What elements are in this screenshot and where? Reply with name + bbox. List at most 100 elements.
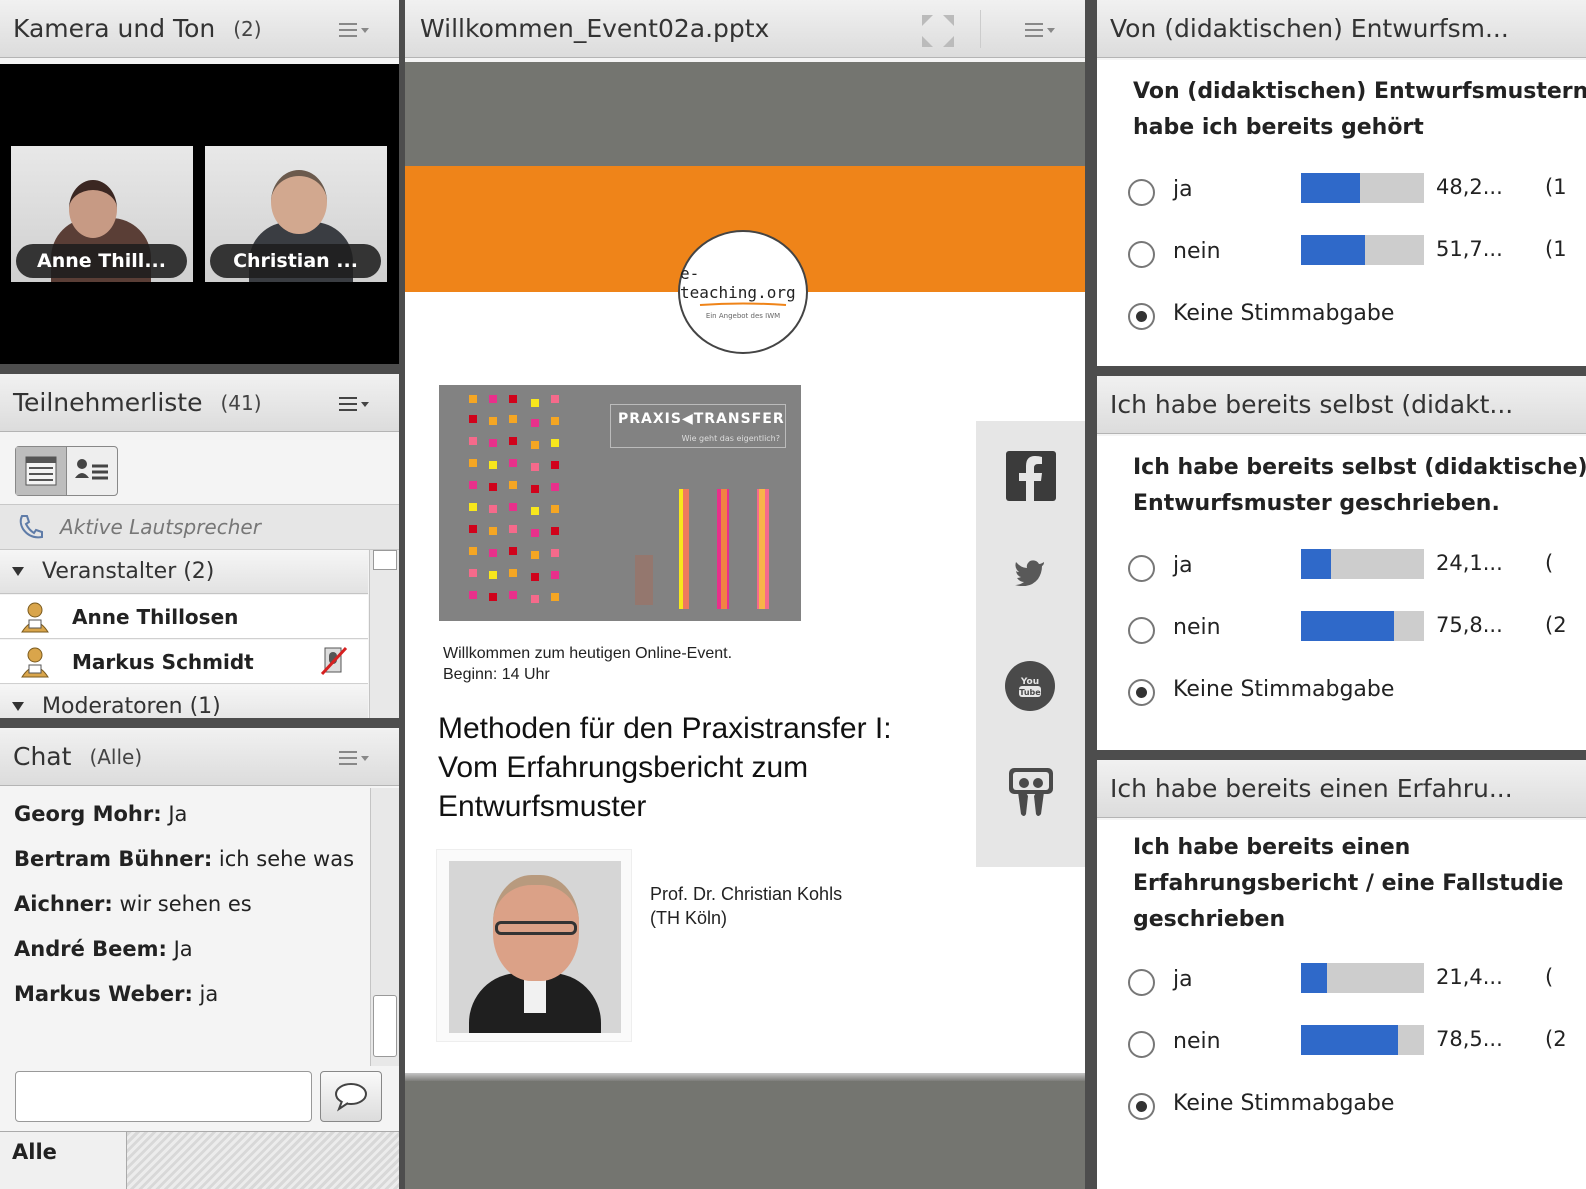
attendee-pod: Teilnehmerliste (41) Aktive Lautsprecher… <box>0 374 399 718</box>
chat-sender: Bertram Bühner: <box>14 847 213 871</box>
poll-radio[interactable] <box>1128 969 1155 996</box>
poll-option-label: Keine Stimmabgabe <box>1173 1091 1395 1116</box>
pod-menu-icon[interactable] <box>339 20 369 40</box>
pod-divider <box>399 0 405 1189</box>
teaser-title: PRAXIS◀TRANSFER <box>618 411 785 427</box>
chat-pod-title: Chat <box>13 742 72 771</box>
poll-result-bar <box>1301 611 1424 641</box>
poll-option-label: nein <box>1173 1029 1221 1054</box>
logo-subtext: Ein Angebot des IWM <box>705 312 781 320</box>
poll-option: ja 21,4... ( <box>1097 963 1586 1003</box>
attendee-pod-title: Teilnehmerliste <box>13 388 203 417</box>
presentation-slide: e-teaching.org Ein Angebot des IWM PRAXI… <box>405 166 1085 1073</box>
camera-stage: Anne Thill... Christian ... <box>0 64 399 364</box>
poll-option: Keine Stimmabgabe <box>1097 297 1586 337</box>
poll-result-bar <box>1301 235 1424 265</box>
pod-menu-icon[interactable] <box>1025 20 1055 40</box>
poll-result-fill <box>1301 1025 1398 1055</box>
chat-pod-scope: (Alle) <box>89 744 143 769</box>
chat-tab-all[interactable]: Alle <box>0 1132 127 1189</box>
youtube-icon: You Tube <box>1005 661 1055 711</box>
speaker-caption: Prof. Dr. Christian Kohls (TH Köln) <box>650 882 842 930</box>
video-tile[interactable]: Anne Thill... <box>11 146 193 282</box>
poll-count: (1 <box>1545 175 1567 199</box>
poll-option: nein 51,7... (1 <box>1097 235 1586 275</box>
social-sidebar: You Tube <box>976 421 1085 867</box>
poll-question-line: Entwurfsmuster geschrieben. <box>1133 491 1500 516</box>
chat-sender: Markus Weber: <box>14 982 193 1006</box>
chat-text: wir sehen es <box>119 892 252 916</box>
camera-pod-count: (2) <box>233 16 262 41</box>
video-tile[interactable]: Christian ... <box>205 146 387 282</box>
poll-option-label: ja <box>1173 967 1193 992</box>
poll-result-fill <box>1301 173 1361 203</box>
attendee-scrollbar[interactable] <box>369 550 399 718</box>
e-teaching-logo: e-teaching.org Ein Angebot des IWM <box>678 230 808 354</box>
attendee-name: Markus Schmidt <box>72 649 254 674</box>
group-presenters[interactable]: Moderatoren (1) <box>0 685 368 718</box>
slide-title: Methoden für den Praxistransfer I: Vom E… <box>438 709 892 826</box>
poll-question-line: habe ich bereits gehört <box>1133 115 1424 140</box>
poll-count: ( <box>1545 551 1554 575</box>
chat-message-list: Georg Mohr: Ja Bertram Bühner: ich sehe … <box>0 788 370 1066</box>
active-speakers-bar: Aktive Lautsprecher <box>0 504 399 550</box>
poll-radio[interactable] <box>1128 679 1155 706</box>
poll-radio[interactable] <box>1128 1031 1155 1058</box>
list-view-icon[interactable] <box>16 447 67 495</box>
share-pod-header: Willkommen_Event02a.pptx <box>405 0 1085 58</box>
logo-text: e-teaching.org <box>680 264 796 302</box>
poll-count: (1 <box>1545 237 1567 261</box>
poll-option: ja 24,1... ( <box>1097 549 1586 589</box>
twitter-icon <box>1014 558 1046 586</box>
pod-menu-icon[interactable] <box>339 394 369 414</box>
pod-menu-icon[interactable] <box>339 748 369 768</box>
send-button[interactable] <box>320 1071 382 1122</box>
slide-title-line: Methoden für den Praxistransfer I: <box>438 712 892 745</box>
poll-radio[interactable] <box>1128 241 1155 268</box>
video-name-label: Anne Thill... <box>16 244 187 278</box>
chat-text: ich sehe was <box>218 847 355 871</box>
chat-scrollbar[interactable] <box>370 788 399 1066</box>
welcome-text: Willkommen zum heutigen Online-Event. Be… <box>443 643 732 685</box>
list-item[interactable]: Anne Thillosen <box>0 595 368 639</box>
poll-result-fill <box>1301 611 1395 641</box>
chat-message: André Beem: Ja <box>14 937 370 961</box>
svg-text:You: You <box>1020 677 1039 687</box>
poll-header: Ich habe bereits einen Erfahru... <box>1097 760 1586 818</box>
poll-question-line: Ich habe bereits selbst (didaktische) <box>1133 455 1586 480</box>
poll-radio[interactable] <box>1128 1093 1155 1120</box>
group-hosts[interactable]: Veranstalter (2) <box>0 550 368 594</box>
camera-pod: Kamera und Ton (2) Anne Thill... Christi… <box>0 0 399 364</box>
camera-pod-header: Kamera und Ton (2) <box>0 0 399 58</box>
poll-radio[interactable] <box>1128 555 1155 582</box>
poll-radio[interactable] <box>1128 617 1155 644</box>
chat-sender: André Beem: <box>14 937 167 961</box>
poll-result-bar <box>1301 173 1424 203</box>
poll-radio[interactable] <box>1128 303 1155 330</box>
attendee-view-icon[interactable] <box>67 447 117 495</box>
group-label: Moderatoren (1) <box>42 694 221 718</box>
chat-text: Ja <box>168 802 188 826</box>
chat-input[interactable] <box>15 1071 312 1122</box>
attendee-pod-count: (41) <box>220 390 262 415</box>
poll-percent: 75,8... <box>1436 613 1503 637</box>
poll-result-fill <box>1301 235 1365 265</box>
list-item[interactable]: Markus Schmidt <box>0 640 368 684</box>
phone-speaker-icon <box>19 515 43 539</box>
poll-question: Von (didaktischen) Entwurfsmustern habe … <box>1133 74 1586 146</box>
chat-pod: Chat (Alle) Georg Mohr: Ja Bertram Bühne… <box>0 728 399 1189</box>
slide-title-line: Entwurfsmuster <box>438 790 647 823</box>
poll-pod: Ich habe bereits einen Erfahru... Ich ha… <box>1097 760 1586 1189</box>
svg-text:Tube: Tube <box>1019 688 1041 697</box>
poll-option-label: nein <box>1173 615 1221 640</box>
poll-radio[interactable] <box>1128 179 1155 206</box>
fullscreen-icon[interactable] <box>920 13 956 49</box>
speech-bubble-icon <box>335 1082 367 1112</box>
poll-count: ( <box>1545 965 1554 989</box>
share-pod-header-wrap: Willkommen_Event02a.pptx <box>405 0 1085 62</box>
chat-message: Bertram Bühner: ich sehe was <box>14 847 370 871</box>
slide-title-line: Vom Erfahrungsbericht zum <box>438 751 809 784</box>
poll-header: Ich habe bereits selbst (didakt... <box>1097 376 1586 434</box>
view-toggle <box>15 446 118 496</box>
poll-option-label: ja <box>1173 177 1193 202</box>
